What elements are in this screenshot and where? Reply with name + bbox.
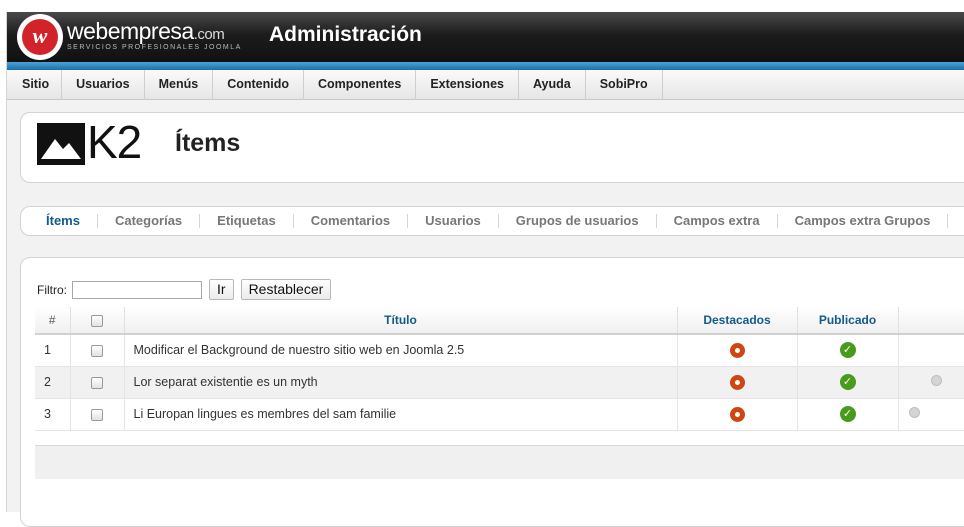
tab-truncated[interactable]: G [948,214,964,228]
select-all-checkbox[interactable] [91,314,103,327]
row-number: 1 [35,334,71,367]
order-up-icon[interactable] [930,374,942,386]
order-cell [898,334,964,367]
filter-bar: Filtro: Ir Restablecer [37,279,338,300]
k2-logo: K2 [37,116,149,168]
published-check-icon[interactable]: ✓ [839,406,856,422]
admin-title: Administración [269,23,422,46]
featured-cell [677,334,798,367]
row-checkbox[interactable] [91,408,103,421]
items-panel: Filtro: Ir Restablecer # Título Destacad… [20,257,964,527]
row-checkbox[interactable] [91,376,103,389]
featured-toggle-icon[interactable] [729,406,745,422]
table-footer [35,445,964,479]
k2-mountain-icon [37,123,85,165]
tab-etiquetas[interactable]: Etiquetas [200,214,294,228]
page-header: K2 Ítems [20,112,964,183]
row-checkbox-cell [70,366,125,399]
item-title-link[interactable]: Lor separat existentie es un myth [124,366,678,399]
tab-grupos-de-usuarios[interactable]: Grupos de usuarios [499,214,657,228]
featured-toggle-icon[interactable] [729,374,745,390]
row-checkbox-cell [70,398,125,431]
tab-items[interactable]: Ítems [31,214,98,228]
column-title[interactable]: Título [124,307,678,335]
header: w webempresa.com SERVICIOS PROFESIONALES… [7,12,964,62]
filter-label: Filtro: [37,282,67,297]
webempresa-logo[interactable]: w [17,14,63,60]
admin-frame: w webempresa.com SERVICIOS PROFESIONALES… [6,12,964,527]
table-header-row: # Título Destacados Publicado O [35,307,964,335]
featured-cell [677,398,798,431]
k2-logo-text: K2 [87,116,142,168]
k2-tabs: Ítems Categorías Etiquetas Comentarios U… [20,206,964,236]
logo-w-icon: w [22,19,58,55]
page-title: Ítems [175,129,241,157]
item-title-link[interactable]: Modificar el Background de nuestro sitio… [124,334,678,367]
column-select-all [70,307,125,335]
order-cell [898,366,964,399]
row-checkbox[interactable] [91,344,103,357]
column-featured[interactable]: Destacados [677,307,798,335]
brand-text: webempresa [67,18,194,44]
row-checkbox-cell [70,334,125,367]
menu-item-usuarios[interactable]: Usuarios [62,70,145,100]
table-row: 1 Modificar el Background de nuestro sit… [35,334,964,367]
menu-item-ayuda[interactable]: Ayuda [519,70,586,100]
filter-input[interactable] [72,280,202,299]
column-number[interactable]: # [35,307,71,335]
reset-button[interactable]: Restablecer [240,279,332,300]
go-button[interactable]: Ir [209,279,234,300]
row-number: 3 [35,398,71,431]
menu-item-contenido[interactable]: Contenido [213,70,304,100]
brand-suffix: .com [193,26,225,43]
column-published[interactable]: Publicado [797,307,899,335]
main-menu: Sitio Usuarios Menús Contenido Component… [7,70,964,100]
tab-usuarios[interactable]: Usuarios [408,214,499,228]
brand-name: webempresa.com [67,18,225,45]
column-order[interactable]: O [898,307,964,335]
menu-item-sitio[interactable]: Sitio [7,70,63,100]
featured-toggle-icon[interactable] [729,342,745,358]
tab-campos-extra[interactable]: Campos extra [657,214,778,228]
menu-item-componentes[interactable]: Componentes [304,70,417,100]
items-table: # Título Destacados Publicado O 1 Modifi… [35,307,964,431]
header-accent-strip [7,62,964,70]
tab-categorias[interactable]: Categorías [98,214,201,228]
order-down-icon[interactable] [908,406,920,418]
published-cell: ✓ [797,334,899,367]
published-check-icon[interactable]: ✓ [839,342,856,359]
brand-subtitle: SERVICIOS PROFESIONALES JOOMLA [67,44,242,51]
table-row: 2 Lor separat existentie es un myth ✓ [35,366,964,399]
row-number: 2 [35,366,71,399]
published-cell: ✓ [797,398,899,431]
menu-item-menus[interactable]: Menús [145,70,214,100]
table-row: 3 Li Europan lingues es membres del sam … [35,398,964,431]
item-title-link[interactable]: Li Europan lingues es membres del sam fa… [124,398,678,431]
published-check-icon[interactable]: ✓ [839,374,856,390]
menu-item-sobipro[interactable]: SobiPro [586,70,663,100]
menu-item-extensiones[interactable]: Extensiones [416,70,519,100]
tab-comentarios[interactable]: Comentarios [294,214,409,228]
featured-cell [677,366,798,399]
order-cell [898,398,964,431]
tab-campos-extra-grupos[interactable]: Campos extra Grupos [778,214,949,228]
published-cell: ✓ [797,366,899,399]
